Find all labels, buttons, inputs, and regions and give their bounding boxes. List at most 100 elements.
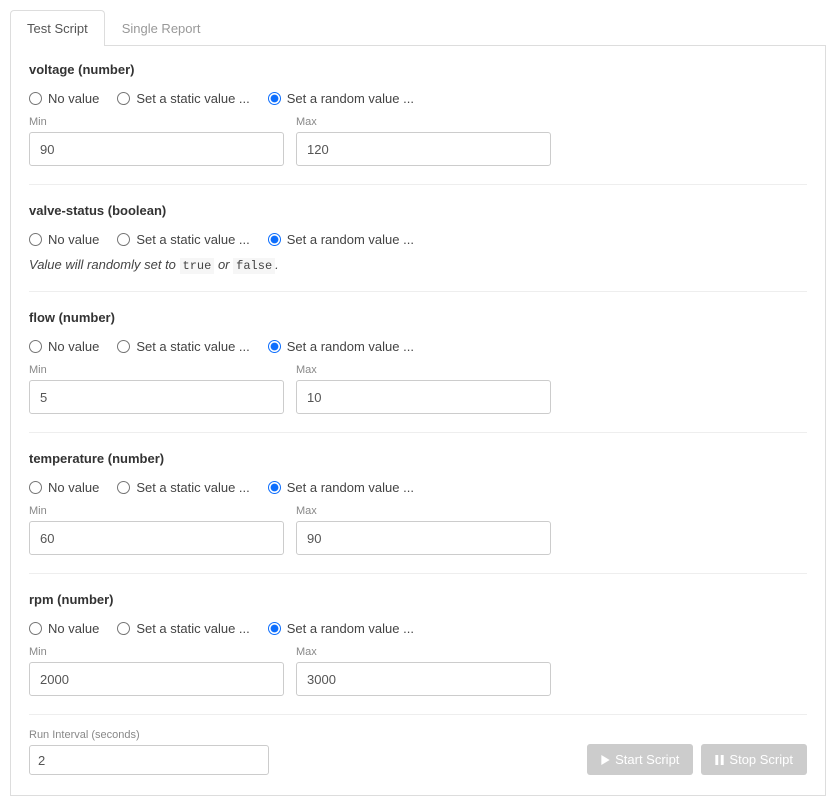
- radio-input[interactable]: [29, 92, 42, 105]
- start-script-button[interactable]: Start Script: [587, 744, 693, 775]
- radio-option-static[interactable]: Set a static value ...: [117, 339, 249, 354]
- max-input[interactable]: [296, 662, 551, 696]
- note-text: Value will randomly set to: [29, 257, 180, 272]
- note-text: .: [275, 257, 279, 272]
- radio-input[interactable]: [268, 481, 281, 494]
- radio-option-random[interactable]: Set a random value ...: [268, 339, 414, 354]
- radio-row: No value Set a static value ... Set a rand…: [29, 480, 807, 495]
- minmax-row: Min Max: [29, 116, 807, 166]
- radio-label: Set a static value ...: [136, 91, 249, 106]
- section-valve-status: valve-status (boolean) No value Set a stat…: [29, 203, 807, 292]
- radio-option-static[interactable]: Set a static value ...: [117, 232, 249, 247]
- minmax-row: Min Max: [29, 364, 807, 414]
- radio-row: No value Set a static value ... Set a rand…: [29, 621, 807, 636]
- radio-input[interactable]: [268, 92, 281, 105]
- max-label: Max: [296, 364, 551, 376]
- min-field: Min: [29, 116, 284, 166]
- max-field: Max: [296, 646, 551, 696]
- max-input[interactable]: [296, 380, 551, 414]
- radio-row: No value Set a static value ... Set a rand…: [29, 232, 807, 247]
- section-voltage: voltage (number) No value Set a static val…: [29, 62, 807, 185]
- radio-input[interactable]: [29, 340, 42, 353]
- min-field: Min: [29, 646, 284, 696]
- section-temperature: temperature (number) No value Set a static…: [29, 451, 807, 574]
- radio-option-noValue[interactable]: No value: [29, 339, 99, 354]
- radio-input[interactable]: [117, 92, 130, 105]
- stop-script-label: Stop Script: [729, 752, 793, 767]
- min-label: Min: [29, 364, 284, 376]
- stop-script-button[interactable]: Stop Script: [701, 744, 807, 775]
- radio-label: Set a static value ...: [136, 621, 249, 636]
- radio-label: Set a static value ...: [136, 232, 249, 247]
- max-input[interactable]: [296, 132, 551, 166]
- radio-option-noValue[interactable]: No value: [29, 621, 99, 636]
- minmax-row: MinMax: [29, 505, 807, 555]
- radio-label: No value: [48, 621, 99, 636]
- radio-option-random[interactable]: Set a random value ...: [268, 232, 414, 247]
- run-interval-input[interactable]: [29, 745, 269, 775]
- max-field: Max: [296, 116, 551, 166]
- tab-test-script[interactable]: Test Script: [10, 10, 105, 46]
- section-title: flow (number): [29, 310, 807, 325]
- min-field: Min: [29, 505, 284, 555]
- radio-label: Set a random value ...: [287, 232, 414, 247]
- note-code: false: [233, 258, 275, 274]
- boolean-note: Value will randomly set to true or false…: [29, 257, 807, 273]
- radio-input[interactable]: [29, 622, 42, 635]
- radio-label: No value: [48, 232, 99, 247]
- radio-label: Set a random value ...: [287, 480, 414, 495]
- radio-option-static[interactable]: Set a static value ...: [117, 621, 249, 636]
- radio-input[interactable]: [29, 481, 42, 494]
- run-interval-label: Run Interval (seconds): [29, 729, 269, 741]
- min-label: Min: [29, 646, 284, 658]
- min-field: Min: [29, 364, 284, 414]
- radio-input[interactable]: [117, 481, 130, 494]
- minmax-row: Min Max: [29, 646, 807, 696]
- radio-option-random[interactable]: Set a random value ...: [268, 621, 414, 636]
- tabs: Test Script Single Report: [10, 10, 826, 46]
- min-input[interactable]: [29, 132, 284, 166]
- radio-input[interactable]: [29, 233, 42, 246]
- radio-option-noValue[interactable]: No value: [29, 91, 99, 106]
- radio-label: Set a random value ...: [287, 339, 414, 354]
- section-title: valve-status (boolean): [29, 203, 807, 218]
- radio-option-static[interactable]: Set a static value ...: [117, 480, 249, 495]
- note-text: or: [214, 257, 233, 272]
- radio-option-noValue[interactable]: No value: [29, 232, 99, 247]
- radio-input[interactable]: [268, 622, 281, 635]
- radio-input[interactable]: [268, 340, 281, 353]
- radio-label: No value: [48, 339, 99, 354]
- radio-label: Set a random value ...: [287, 91, 414, 106]
- radio-option-random[interactable]: Set a random value ...: [268, 91, 414, 106]
- radio-option-static[interactable]: Set a static value ...: [117, 91, 249, 106]
- radio-input[interactable]: [117, 233, 130, 246]
- footer: Run Interval (seconds) Start Script Stop…: [29, 729, 807, 775]
- radio-label: Set a static value ...: [136, 339, 249, 354]
- radio-row: No value Set a static value ... Set a rand…: [29, 91, 807, 106]
- radio-input[interactable]: [117, 340, 130, 353]
- tab-single-report[interactable]: Single Report: [105, 10, 218, 46]
- section-title: voltage (number): [29, 62, 807, 77]
- section-title: rpm (number): [29, 592, 807, 607]
- max-input[interactable]: [296, 521, 551, 555]
- radio-label: Set a random value ...: [287, 621, 414, 636]
- radio-label: Set a static value ...: [136, 480, 249, 495]
- buttons: Start Script Stop Script: [587, 744, 807, 775]
- min-input[interactable]: [29, 380, 284, 414]
- run-interval-field: Run Interval (seconds): [29, 729, 269, 775]
- min-input[interactable]: [29, 521, 284, 555]
- section-title: temperature (number): [29, 451, 807, 466]
- min-input[interactable]: [29, 662, 284, 696]
- radio-option-noValue[interactable]: No value: [29, 480, 99, 495]
- max-field: Max: [296, 505, 551, 555]
- note-code: true: [180, 258, 215, 274]
- section-flow: flow (number) No value Set a static value …: [29, 310, 807, 433]
- radio-option-random[interactable]: Set a random value ...: [268, 480, 414, 495]
- radio-input[interactable]: [268, 233, 281, 246]
- min-label: Min: [29, 116, 284, 128]
- section-rpm: rpm (number) No value Set a static value .…: [29, 592, 807, 715]
- max-field: Max: [296, 364, 551, 414]
- radio-row: No value Set a static value ... Set a rand…: [29, 339, 807, 354]
- play-icon: [601, 755, 610, 765]
- radio-input[interactable]: [117, 622, 130, 635]
